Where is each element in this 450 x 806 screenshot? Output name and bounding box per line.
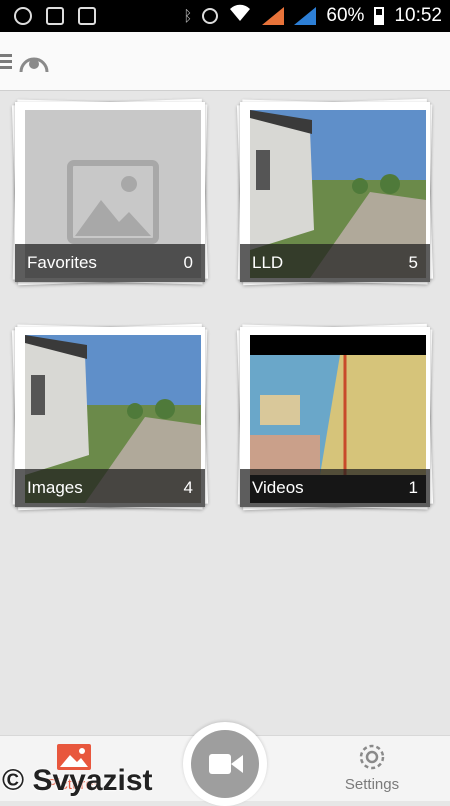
app-logo-icon xyxy=(19,57,49,73)
watermark: © Svyazist xyxy=(2,764,153,797)
app-bar xyxy=(0,32,450,91)
album-caption: Images 4 xyxy=(15,469,205,507)
album-lld[interactable]: LLD 5 xyxy=(236,98,434,286)
album-videos[interactable]: Videos 1 xyxy=(236,323,434,511)
gear-icon xyxy=(359,744,385,770)
album-favorites[interactable]: Favorites 0 xyxy=(11,98,209,286)
battery-icon xyxy=(374,7,385,25)
signal-icon xyxy=(262,7,285,25)
battery-percent: 60% xyxy=(326,5,365,26)
signal-icon xyxy=(294,7,317,25)
album-count: 1 xyxy=(408,478,418,497)
album-label: LLD xyxy=(252,253,284,272)
bluetooth-icon: ᛒ xyxy=(183,7,193,25)
album-caption: Videos 1 xyxy=(240,469,430,507)
video-camera-icon xyxy=(209,754,243,774)
nav-settings[interactable]: Settings xyxy=(312,736,432,801)
album-caption: LLD 5 xyxy=(240,244,430,282)
image-status-icon xyxy=(46,7,64,25)
album-count: 0 xyxy=(183,253,193,272)
clock: 10:52 xyxy=(394,5,442,26)
album-count: 4 xyxy=(183,478,193,497)
album-label: Images xyxy=(27,478,83,497)
menu-icon[interactable] xyxy=(0,54,12,72)
album-caption: Favorites 0 xyxy=(15,244,205,282)
album-images[interactable]: Images 4 xyxy=(11,323,209,511)
search-status-icon xyxy=(14,7,32,25)
album-label: Favorites xyxy=(27,253,97,272)
album-count: 5 xyxy=(408,253,418,272)
album-label: Videos xyxy=(252,478,304,497)
status-bar: ᛒ 60% 10:52 xyxy=(0,0,450,32)
nav-settings-label: Settings xyxy=(344,776,400,793)
alarm-icon xyxy=(202,8,219,24)
placeholder-image-icon xyxy=(67,160,159,244)
record-button[interactable] xyxy=(183,722,267,806)
wifi-icon xyxy=(228,4,252,28)
shield-status-icon xyxy=(78,7,96,25)
